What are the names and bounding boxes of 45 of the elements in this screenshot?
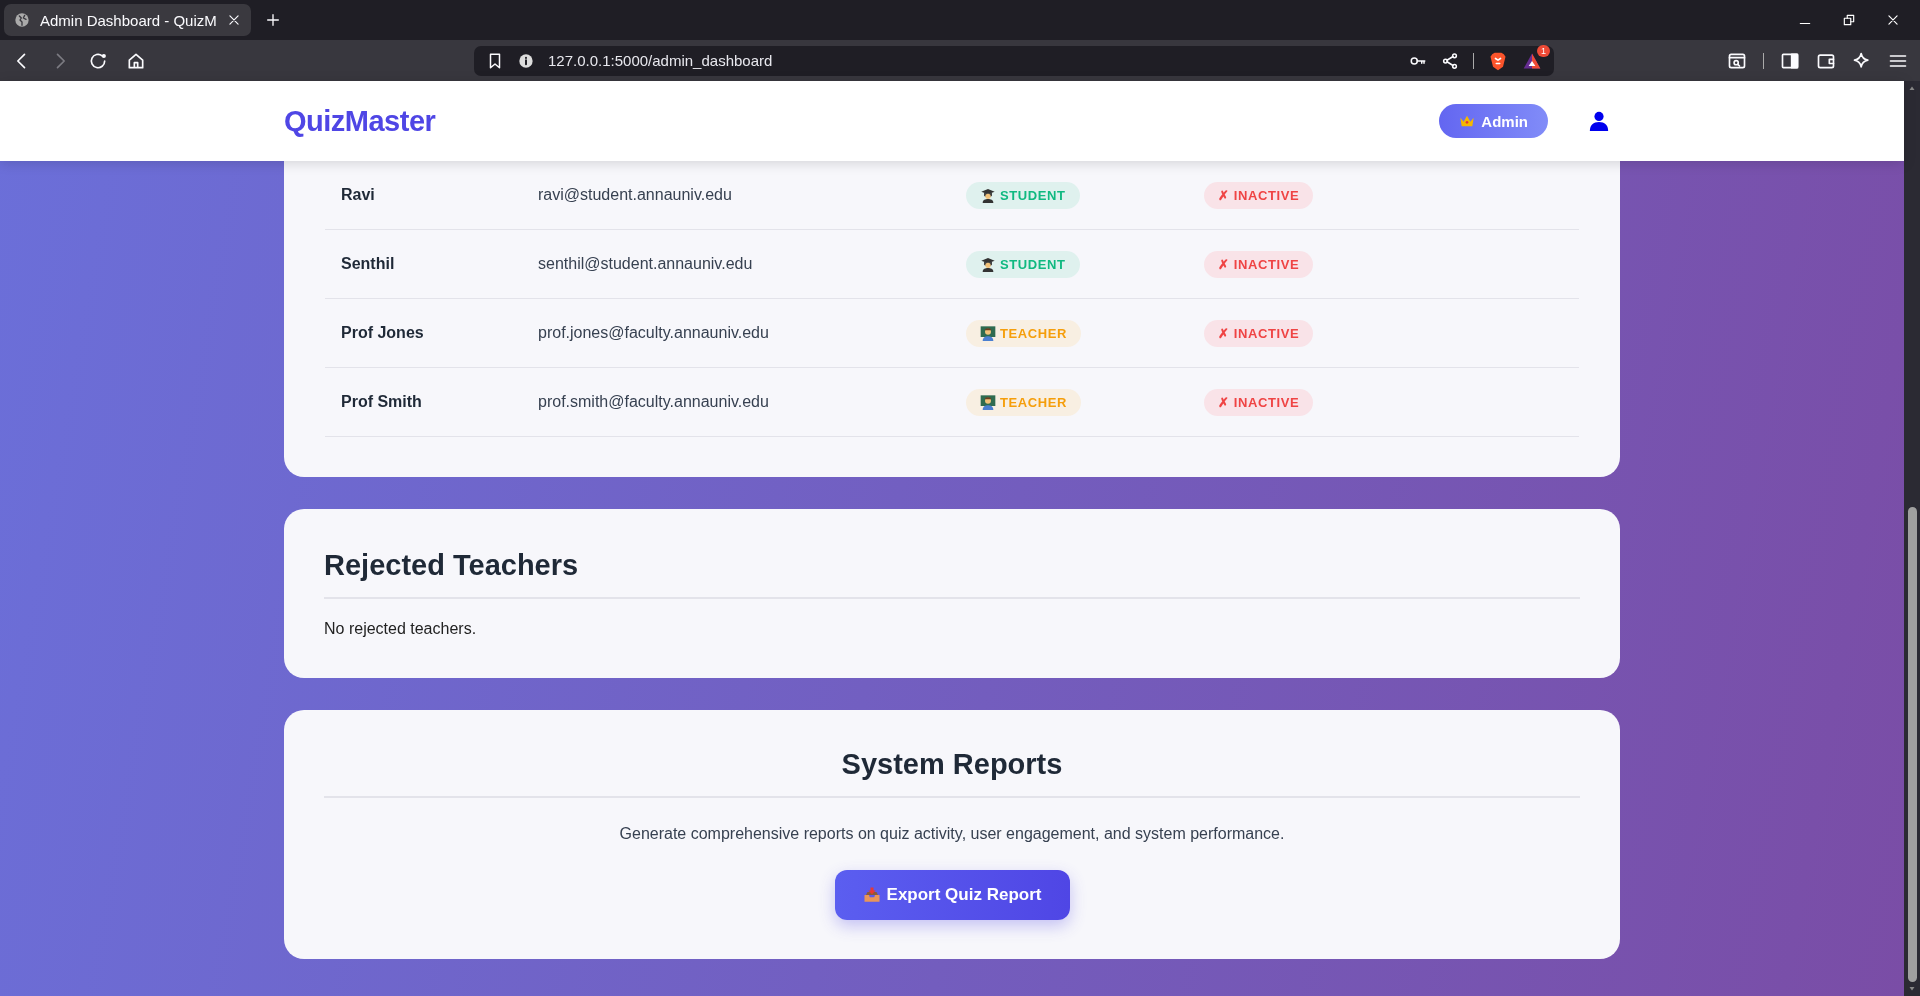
user-email: prof.smith@faculty.annauniv.edu [538, 393, 770, 411]
tab-title: Admin Dashboard - QuizM [40, 11, 217, 29]
user-name: Prof Jones [341, 324, 425, 342]
user-email: prof.jones@faculty.annauniv.edu [538, 324, 770, 342]
role-badge: TEACHER [966, 319, 1082, 347]
url-field[interactable]: 127.0.0.1:5000/admin_dashboard [548, 52, 1395, 69]
lion-shield-icon[interactable] [1488, 50, 1508, 71]
status-badge: ✗ INACTIVE [1204, 388, 1314, 416]
browser-tab[interactable]: Admin Dashboard - QuizM [4, 4, 251, 36]
scroll-down-icon[interactable] [1908, 986, 1916, 992]
brand-logo[interactable]: QuizMaster [284, 104, 436, 138]
role-badge: STUDENT [966, 181, 1080, 209]
sparkle-icon[interactable] [1852, 50, 1872, 71]
admin-button[interactable]: Admin [1439, 104, 1548, 138]
close-icon[interactable] [226, 13, 241, 27]
status-badge: ✗ INACTIVE [1204, 250, 1314, 278]
user-email: senthil@student.annauniv.edu [538, 255, 754, 273]
graduate-icon [980, 256, 996, 272]
user-email: ravi@student.annauniv.edu [538, 186, 733, 204]
scroll-up-icon[interactable] [1908, 85, 1916, 91]
user-name: Senthil [341, 255, 396, 273]
teacher-icon [980, 394, 996, 410]
graduate-icon [980, 187, 996, 203]
teacher-icon [980, 325, 996, 341]
status-badge: ✗ INACTIVE [1204, 181, 1314, 209]
plus-icon[interactable] [264, 12, 281, 28]
empty-message: No rejected teachers. [324, 619, 478, 639]
section-title: System Reports [324, 746, 1580, 798]
info-icon [518, 52, 534, 69]
inbox-tray-icon [862, 886, 881, 904]
section-title: Rejected Teachers [324, 547, 1580, 599]
status-badge: ✗ INACTIVE [1204, 319, 1314, 347]
crown-icon [1459, 114, 1476, 128]
role-badge: TEACHER [966, 388, 1082, 416]
description: Generate comprehensive reports on quiz activity, user engagement, and system performance. [618, 824, 1286, 844]
share-icon[interactable] [1441, 51, 1459, 70]
role-badge: STUDENT [966, 250, 1080, 278]
close-icon[interactable] [1886, 13, 1900, 27]
notification-badge: 1 [1537, 44, 1550, 57]
export-button[interactable]: Export Quiz Report [834, 870, 1070, 920]
restore-icon[interactable] [1842, 13, 1856, 27]
scrollbar-thumb[interactable] [1907, 507, 1917, 982]
globe-icon [14, 12, 30, 28]
user-name: Prof Smith [341, 393, 423, 411]
user-name: Ravi [341, 186, 376, 204]
